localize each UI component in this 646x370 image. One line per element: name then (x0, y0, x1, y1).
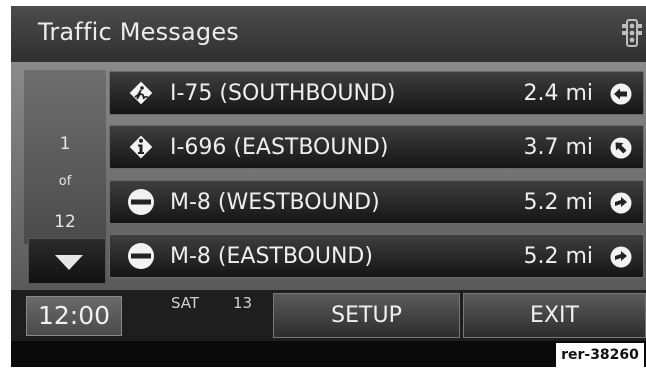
info-icon (129, 135, 153, 159)
message-distance: 5.2 mi (523, 244, 593, 269)
exit-button[interactable]: EXIT (463, 293, 646, 338)
page-of-label: of (58, 174, 72, 189)
message-road-label: I-75 (SOUTHBOUND) (170, 81, 396, 106)
roadwork-icon (129, 81, 153, 105)
header-bar: Traffic Messages (11, 6, 646, 62)
message-road-label: M-8 (WESTBOUND) (170, 190, 380, 215)
down-arrow-icon (55, 255, 83, 270)
page-current: 1 (59, 134, 71, 154)
message-road-label: I-696 (EASTBOUND) (170, 135, 389, 160)
direction-arrow-up-left-icon (610, 137, 632, 159)
setup-button[interactable]: SETUP (273, 293, 460, 338)
traffic-message-row[interactable]: M-8 (EASTBOUND) 5.2 mi (109, 234, 644, 278)
date-label: 13 (233, 294, 253, 312)
direction-arrow-right-icon (610, 246, 632, 268)
scroll-down-button[interactable] (28, 238, 106, 284)
traffic-message-row[interactable]: M-8 (WESTBOUND) 5.2 mi (109, 180, 644, 224)
reference-code: rer-38260 (556, 343, 644, 367)
no-entry-icon (128, 189, 154, 215)
clock-button[interactable]: 12:00 (26, 296, 122, 336)
day-label: SAT (171, 294, 200, 312)
traffic-light-icon (622, 19, 642, 47)
display-frame: Traffic Messages 1 of 12 I-75 (SOUTHBOUN… (11, 6, 646, 367)
page-indicator: 1 of 12 (24, 70, 106, 244)
page-title: Traffic Messages (38, 18, 239, 46)
message-distance: 3.7 mi (523, 135, 593, 160)
direction-arrow-left-icon (610, 83, 632, 105)
direction-arrow-right-icon (610, 192, 632, 214)
message-road-label: M-8 (EASTBOUND) (170, 244, 373, 269)
no-entry-icon (128, 243, 154, 269)
message-distance: 5.2 mi (523, 190, 593, 215)
touchscreen: Traffic Messages 1 of 12 I-75 (SOUTHBOUN… (11, 6, 646, 341)
traffic-message-row[interactable]: I-696 (EASTBOUND) 3.7 mi (109, 125, 644, 169)
message-list-area: 1 of 12 I-75 (SOUTHBOUND) 2.4 mi I-696 (… (11, 62, 646, 290)
footer-bar: 12:00 SAT 13 SETUP EXIT (11, 290, 646, 341)
page-total: 12 (54, 212, 76, 232)
traffic-message-row[interactable]: I-75 (SOUTHBOUND) 2.4 mi (109, 71, 644, 115)
message-distance: 2.4 mi (523, 81, 593, 106)
clock-time: 12:00 (37, 301, 111, 330)
